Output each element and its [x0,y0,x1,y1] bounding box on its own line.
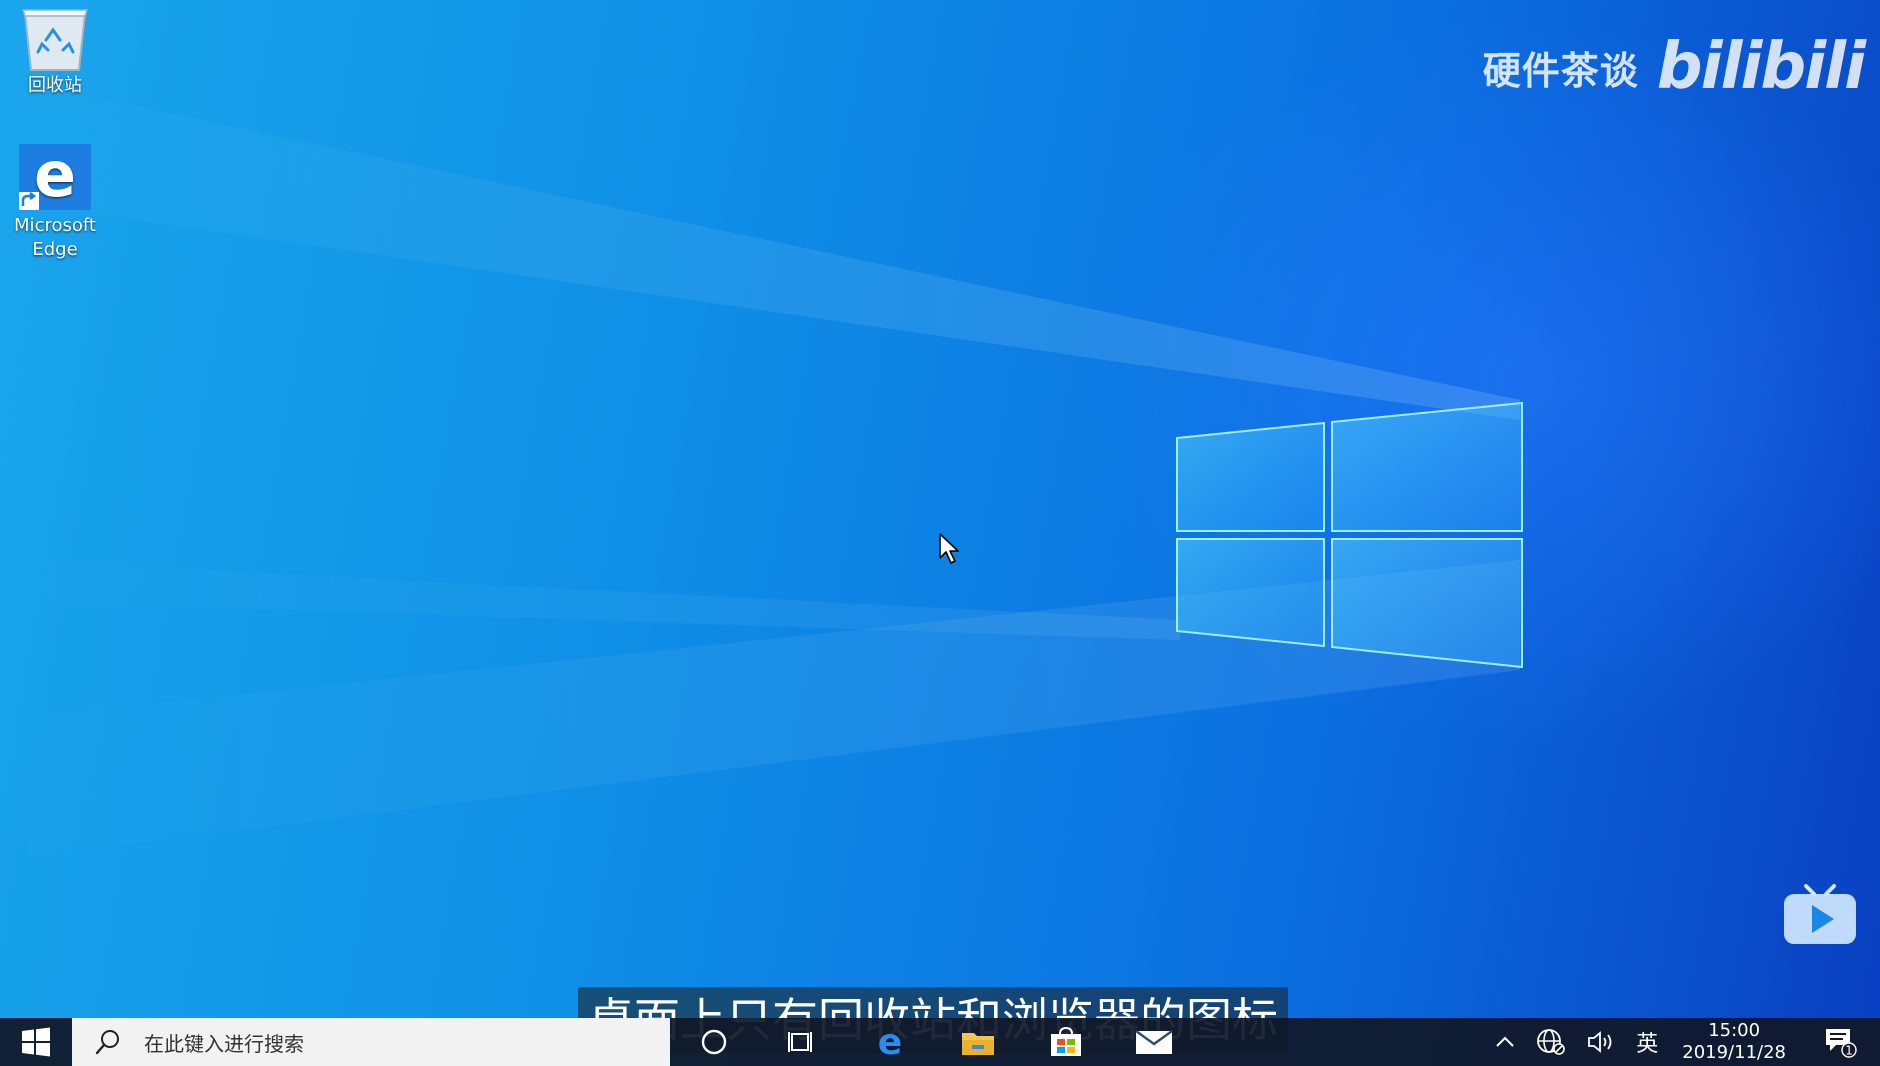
speaker-icon [1588,1031,1612,1053]
file-explorer-icon [962,1033,994,1055]
taskbar-cortana-button[interactable] [670,1018,758,1066]
watermark-text: 硬件茶谈 [1482,48,1639,93]
mouse-cursor-icon [939,533,959,564]
taskbar: 在此键入进行搜索 e 英 15:00 2019/11/28 1 [0,1018,1880,1066]
watermark: 硬件茶谈 bilibili [1482,30,1866,104]
search-icon [95,1030,119,1055]
search-placeholder: 在此键入进行搜索 [144,1031,304,1056]
edge-icon: e [19,140,91,211]
show-hidden-icons-button[interactable] [1484,1018,1526,1066]
desktop-icon-label: Microsoft Edge [14,215,96,260]
taskbar-edge-button[interactable]: e [846,1018,934,1066]
bilibili-logo: bilibili [1656,30,1866,104]
clock[interactable]: 15:00 2019/11/28 [1668,1018,1800,1066]
network-globe-icon [1537,1029,1566,1055]
windows-start-icon [22,1027,50,1057]
clock-date: 2019/11/28 [1682,1042,1786,1063]
desktop: 回收站 e Microsoft Edge 硬件茶谈 bilibili 桌面上只有… [0,0,1880,1066]
desktop-icon-label: 回收站 [28,75,82,96]
notification-count: 1 [1845,1044,1853,1058]
task-view-icon [788,1032,812,1052]
cortana-icon [701,1029,727,1055]
taskbar-search-box[interactable]: 在此键入进行搜索 [72,1018,670,1066]
desktop-icon-microsoft-edge[interactable]: e Microsoft Edge [0,140,110,262]
notification-icon: 1 [1826,1029,1857,1058]
action-center-button[interactable]: 1 [1800,1018,1880,1066]
system-tray: 英 15:00 2019/11/28 1 [1484,1018,1880,1066]
chevron-up-icon [1496,1036,1514,1047]
taskbar-mail-button[interactable] [1110,1018,1198,1066]
edge-icon: e [878,1025,902,1059]
mail-icon [1135,1030,1173,1054]
video-play-icon [1784,884,1856,944]
store-icon [1051,1026,1081,1056]
clock-time: 15:00 [1708,1020,1761,1041]
start-button[interactable] [0,1018,72,1066]
input-language-indicator[interactable]: 英 [1626,1018,1668,1066]
recycle-bin-icon [21,9,89,71]
taskbar-task-view-button[interactable] [758,1018,846,1066]
volume-button[interactable] [1576,1018,1626,1066]
network-button[interactable] [1526,1018,1576,1066]
taskbar-store-button[interactable] [1022,1018,1110,1066]
desktop-icon-recycle-bin[interactable]: 回收站 [0,4,110,98]
windows-logo [1176,401,1523,669]
svg-text:e: e [34,140,76,211]
taskbar-file-explorer-button[interactable] [934,1018,1022,1066]
svg-text:e: e [878,1025,902,1059]
